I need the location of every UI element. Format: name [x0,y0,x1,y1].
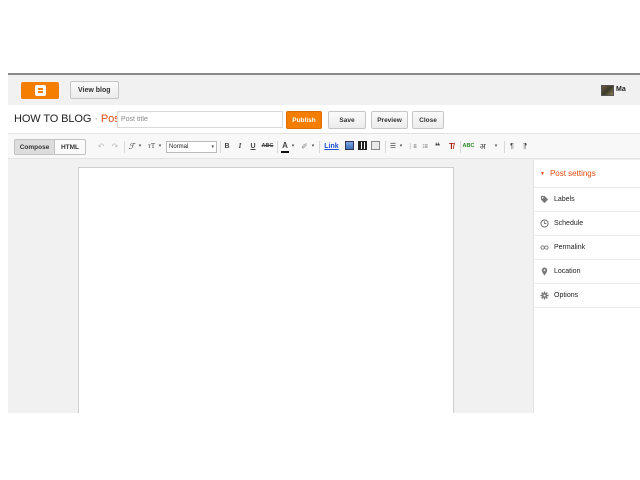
toolbar-divider [385,141,386,153]
text-color-icon[interactable]: A [281,140,289,153]
transliteration-icon[interactable]: अ [478,140,487,153]
redo-icon[interactable]: ↷ [110,140,120,153]
preview-button[interactable]: Preview [371,111,408,129]
post-settings-title: Post settings [549,169,596,178]
settings-item-permalink[interactable]: Permalink [534,236,640,260]
title-bar: HOW TO BLOG · Post Publish Save Preview … [8,105,640,134]
undo-icon[interactable]: ↶ [96,140,106,153]
toolbar-divider [460,141,461,153]
strikethrough-icon[interactable]: ABC [261,140,274,153]
numbered-list-icon[interactable]: ⋮≡ [407,140,417,153]
view-blog-button[interactable]: View blog [70,81,119,99]
editor-toolbar: Compose HTML ↶ ↷ ℱ ▾ тT ▾ Normal ▾ B I U… [8,134,640,159]
blogger-logo-button[interactable] [21,82,59,99]
align-icon[interactable]: ☰ [389,140,397,153]
highlight-icon[interactable]: ✐ [300,140,309,153]
settings-item-label: Location [554,268,581,275]
settings-item-labels[interactable]: Labels [534,188,640,212]
highlight-dropdown-icon[interactable]: ▾ [310,140,316,153]
gear-icon [540,291,549,300]
bulleted-list-icon[interactable]: ⁝≡ [420,140,430,153]
quote-icon[interactable]: ❝ [433,140,442,153]
align-dropdown-icon[interactable]: ▾ [398,140,404,153]
tag-icon [540,195,549,204]
toolbar-divider [504,141,505,153]
toolbar-divider [277,141,278,153]
font-size-icon[interactable]: тT [146,140,157,153]
post-settings-panel: ▼ Post settings Labels Schedule Permalin… [533,160,640,413]
settings-item-options[interactable]: Options [534,284,640,308]
right-to-left-icon[interactable]: ¶ [521,140,529,153]
settings-item-label: Labels [554,196,575,203]
insert-image-icon[interactable] [345,141,354,150]
title-separator: · [94,113,98,125]
compose-mode-button[interactable]: Compose [14,139,55,155]
clock-icon [540,219,549,228]
text-color-dropdown-icon[interactable]: ▾ [290,140,296,153]
format-value: Normal [169,144,189,150]
close-button[interactable]: Close [412,111,444,129]
transliteration-dropdown-icon[interactable]: ▾ [493,140,499,153]
html-mode-button[interactable]: HTML [55,139,86,155]
chevron-down-icon: ▾ [211,144,214,150]
settings-item-schedule[interactable]: Schedule [534,212,640,236]
toolbar-divider [220,141,221,153]
font-size-dropdown-icon[interactable]: ▾ [157,140,163,153]
clear-formatting-icon[interactable]: T̸ [447,140,456,153]
link-button[interactable]: Link [323,140,340,153]
link-icon [540,243,549,252]
settings-item-label: Options [554,292,579,299]
italic-icon[interactable]: I [236,140,244,153]
left-to-right-icon[interactable]: ¶ [508,140,516,153]
settings-item-label: Permalink [554,244,586,251]
page-title: HOW TO BLOG · Post [14,113,123,125]
blog-name: HOW TO BLOG [14,113,92,125]
account-name[interactable]: Ma [616,86,626,93]
post-body-editor[interactable] [78,167,454,413]
underline-icon[interactable]: U [249,140,257,153]
blogger-editor-window: View blog Ma HOW TO BLOG · Post Publish … [8,73,640,413]
font-family-icon[interactable]: ℱ [127,140,136,153]
top-bar: View blog Ma [8,75,640,105]
publish-button[interactable]: Publish [286,111,322,129]
settings-item-label: Schedule [554,220,584,227]
blogger-icon [34,85,46,96]
spellcheck-icon[interactable]: ABC [463,140,475,153]
font-family-dropdown-icon[interactable]: ▾ [137,140,143,153]
post-settings-header[interactable]: ▼ Post settings [534,160,640,188]
toolbar-divider [319,141,320,153]
bold-icon[interactable]: B [223,140,231,153]
insert-video-icon[interactable] [358,141,367,150]
format-select[interactable]: Normal ▾ [166,141,217,153]
settings-item-location[interactable]: Location [534,260,640,284]
avatar[interactable] [601,85,614,96]
pin-icon [540,267,549,276]
insert-jump-break-icon[interactable] [371,141,380,150]
post-title-input[interactable] [117,111,283,128]
toolbar-divider [124,141,125,153]
collapse-triangle-icon: ▼ [540,170,545,177]
save-button[interactable]: Save [328,111,366,129]
